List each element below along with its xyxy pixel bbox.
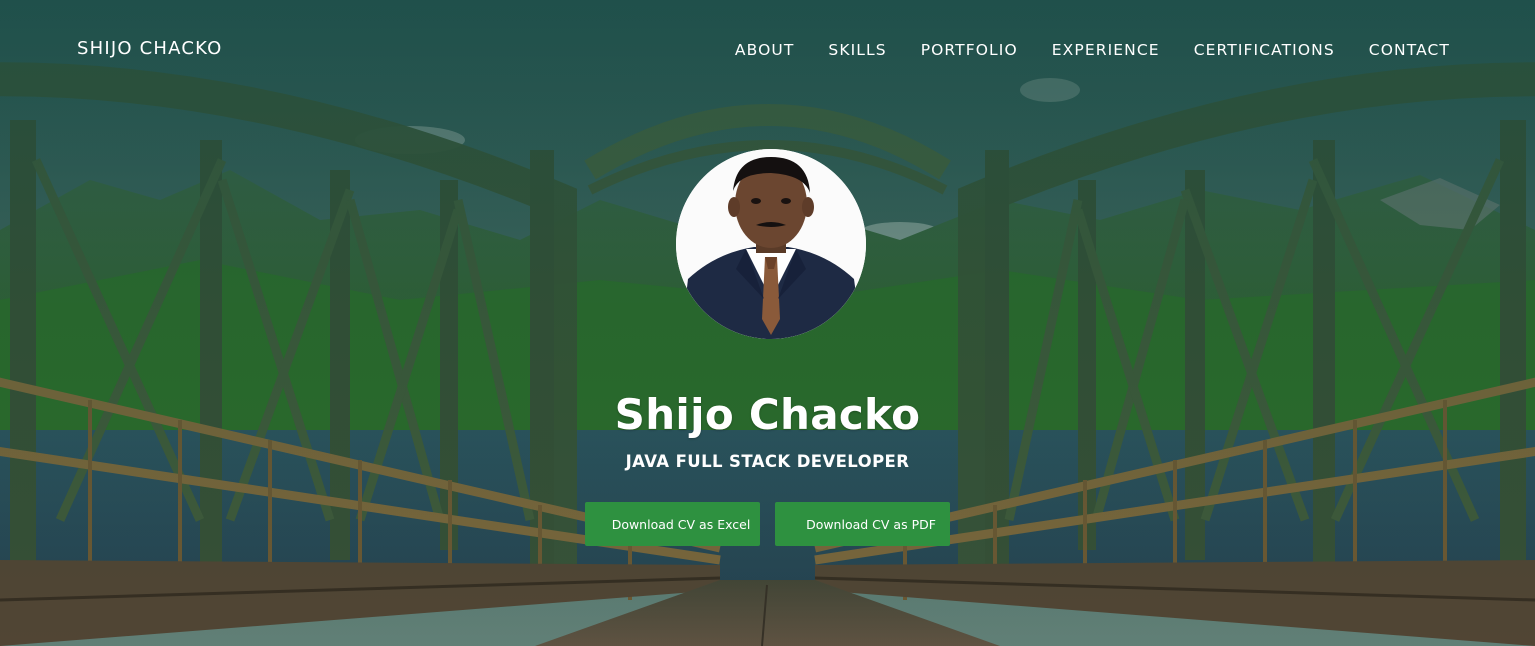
brand-logo-link[interactable]: SHIJO CHACKO [77,38,223,59]
nav-item-experience: EXPERIENCE [1052,40,1160,59]
nav-item-contact: CONTACT [1369,40,1450,59]
download-cv-pdf-button[interactable]: Download CV as PDF [775,502,950,546]
nav-item-skills: SKILLS [828,40,886,59]
hero-role: JAVA FULL STACK DEVELOPER [625,452,910,471]
download-cv-excel-button[interactable]: Download CV as Excel [585,502,760,546]
nav-link-portfolio[interactable]: PORTFOLIO [921,41,1018,59]
nav-link-contact[interactable]: CONTACT [1369,41,1450,59]
nav-menu: ABOUT SKILLS PORTFOLIO EXPERIENCE CERTIF… [735,40,1450,59]
profile-photo [676,149,866,339]
nav-link-experience[interactable]: EXPERIENCE [1052,41,1160,59]
nav-link-certifications[interactable]: CERTIFICATIONS [1194,41,1335,59]
nav-item-portfolio: PORTFOLIO [921,40,1018,59]
nav-item-about: ABOUT [735,40,794,59]
nav-link-about[interactable]: ABOUT [735,41,794,59]
nav-link-skills[interactable]: SKILLS [828,41,886,59]
profile-avatar [676,149,866,339]
navbar: SHIJO CHACKO ABOUT SKILLS PORTFOLIO EXPE… [0,0,1535,98]
nav-item-certifications: CERTIFICATIONS [1194,40,1335,59]
hero-name: Shijo Chacko [614,390,921,439]
cv-download-buttons: Download CV as Excel Download CV as PDF [0,502,1535,546]
hero-section: SHIJO CHACKO ABOUT SKILLS PORTFOLIO EXPE… [0,0,1535,646]
